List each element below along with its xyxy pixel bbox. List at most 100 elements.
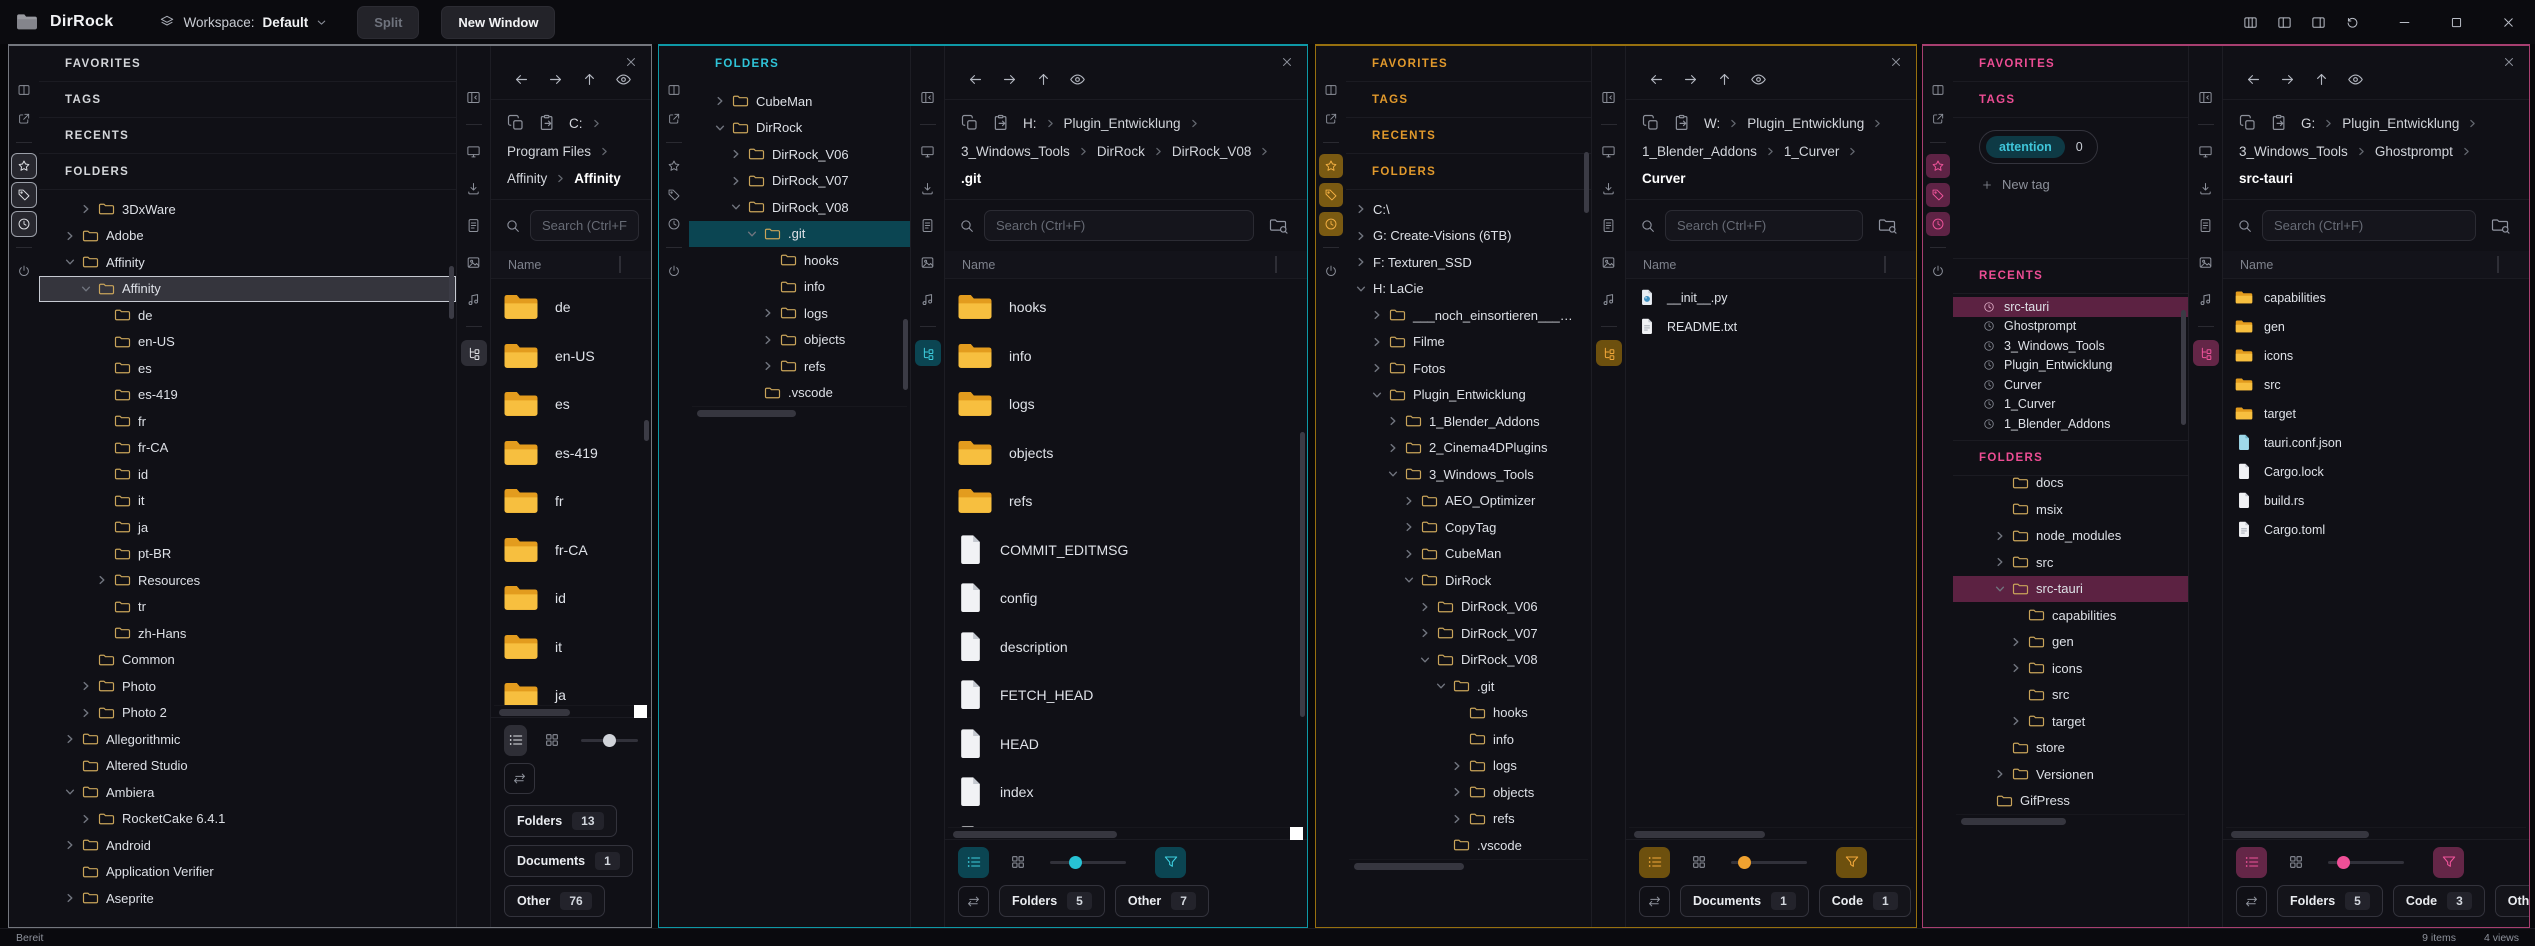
collapse-panel-button[interactable]	[915, 84, 941, 110]
breadcrumb-segment[interactable]: C:	[569, 116, 583, 131]
reset-layout-button[interactable]	[2335, 7, 2369, 37]
tree-item[interactable]: C:\	[1346, 196, 1591, 223]
tree-item[interactable]: src-tauri	[1953, 576, 2188, 603]
copy-button[interactable]	[507, 114, 525, 132]
tree-item[interactable]: .vscode	[1346, 832, 1591, 859]
tag-button[interactable]	[1319, 183, 1343, 207]
tree-item[interactable]: hooks	[1346, 700, 1591, 727]
swap-panes-button[interactable]	[2236, 886, 2267, 917]
file-item[interactable]: config	[957, 574, 1303, 623]
tree-item[interactable]: GifPress	[1953, 788, 2188, 815]
file-item[interactable]: __init__.py	[1638, 283, 1912, 312]
scrollbar-thumb[interactable]	[1634, 831, 1765, 838]
section-header-folders[interactable]: FOLDERS	[689, 46, 910, 82]
tree-item[interactable]: Plugin_Entwicklung	[1346, 382, 1591, 409]
tree-item[interactable]: 1_Blender_Addons	[1346, 408, 1591, 435]
file-item[interactable]: gen	[2235, 312, 2525, 341]
monitor-button[interactable]	[461, 138, 487, 164]
tree-item[interactable]: objects	[689, 327, 910, 354]
tree-item[interactable]: de	[39, 302, 456, 329]
tree-item[interactable]: hooks	[689, 247, 910, 274]
paste-button[interactable]	[1673, 114, 1691, 132]
sidebar-vertical-scrollbar[interactable]	[903, 319, 908, 389]
tree-item[interactable]: Resources	[39, 567, 456, 594]
external-link-button[interactable]	[1319, 107, 1343, 131]
tree-item[interactable]: Common	[39, 647, 456, 674]
tree-item[interactable]: F: Texturen_SSD	[1346, 249, 1591, 276]
collapse-panel-button[interactable]	[461, 84, 487, 110]
file-item[interactable]: de	[503, 283, 647, 332]
copy-button[interactable]	[961, 114, 979, 132]
tree-item[interactable]: info	[689, 274, 910, 301]
swap-panes-button[interactable]	[504, 763, 535, 794]
tree-item[interactable]: 2_Cinema4DPlugins	[1346, 435, 1591, 462]
main-horizontal-scrollbar[interactable]	[2226, 827, 2526, 839]
tree-item[interactable]: msix	[1953, 496, 2188, 523]
tree-item[interactable]: store	[1953, 735, 2188, 762]
recent-item[interactable]: src-tauri	[1953, 297, 2188, 317]
file-item[interactable]: COMMIT_EDITMSG	[957, 526, 1303, 575]
back-button[interactable]	[967, 71, 984, 88]
tree-item[interactable]: .git	[1346, 673, 1591, 700]
column-header-name[interactable]: Name	[945, 251, 1307, 279]
tree-item[interactable]: Versionen	[1953, 761, 2188, 788]
tree-item[interactable]: G: Create-Visions (6TB)	[1346, 223, 1591, 250]
main-vertical-scrollbar[interactable]	[1300, 432, 1305, 717]
tree-item[interactable]: Aseprite	[39, 885, 456, 912]
section-header-recents[interactable]: RECENTS	[1953, 258, 2188, 294]
layout-split-right-button[interactable]	[2301, 7, 2335, 37]
file-item[interactable]: logs	[957, 380, 1303, 429]
tree-item[interactable]: DirRock_V07	[1346, 620, 1591, 647]
recent-item[interactable]: Plugin_Entwicklung	[1953, 356, 2188, 376]
tree-item[interactable]: tr	[39, 594, 456, 621]
tree-item[interactable]: Ambiera	[39, 779, 456, 806]
sidebar-vertical-scrollbar[interactable]	[2181, 310, 2186, 425]
section-header-folders[interactable]: FOLDERS	[1346, 154, 1591, 190]
tree-item[interactable]: AEO_Optimizer	[1346, 488, 1591, 515]
search-input[interactable]	[2262, 210, 2476, 241]
file-item[interactable]: src	[2235, 370, 2525, 399]
tree-item[interactable]: .git	[689, 221, 910, 248]
layout-columns-button[interactable]	[1926, 78, 1950, 102]
grid-view-button[interactable]	[1683, 847, 1714, 878]
file-item[interactable]: capabilities	[2235, 283, 2525, 312]
file-item[interactable]: FETCH_HEAD	[957, 671, 1303, 720]
tag-button[interactable]	[662, 183, 686, 207]
new-window-button[interactable]: New Window	[441, 6, 555, 39]
file-item[interactable]: ORIG_HEAD	[957, 817, 1303, 828]
image-button[interactable]	[915, 249, 941, 275]
power-button[interactable]	[662, 259, 686, 283]
workspace-selector[interactable]: Workspace: Default	[151, 8, 335, 36]
clock-button[interactable]	[12, 212, 36, 236]
file-item[interactable]: description	[957, 623, 1303, 672]
tree-item[interactable]: DirRock_V07	[689, 168, 910, 195]
preview-button[interactable]	[615, 71, 632, 88]
recent-item[interactable]: Curver	[1953, 375, 2188, 395]
music-button[interactable]	[461, 286, 487, 312]
download-button[interactable]	[1596, 175, 1622, 201]
tree-item[interactable]: fr	[39, 408, 456, 435]
layout-columns-button[interactable]	[1319, 78, 1343, 102]
tree-item[interactable]: pt-BR	[39, 541, 456, 568]
tag-attention[interactable]: attention0	[1979, 130, 2098, 164]
tree-item[interactable]: capabilities	[1953, 602, 2188, 629]
folder-search-button[interactable]	[1878, 217, 1898, 235]
paste-button[interactable]	[538, 114, 556, 132]
filter-badge-documents[interactable]: Documents1	[504, 845, 633, 877]
swap-panes-button[interactable]	[1639, 886, 1670, 917]
file-item[interactable]: objects	[957, 429, 1303, 478]
tree-item[interactable]: es	[39, 355, 456, 382]
close-pane-button[interactable]	[1889, 55, 1903, 69]
breadcrumb-segment[interactable]: W:	[1704, 116, 1720, 131]
tree-item[interactable]: 3_Windows_Tools	[1346, 461, 1591, 488]
scrollbar-thumb[interactable]	[697, 410, 796, 417]
up-button[interactable]	[2313, 71, 2330, 88]
layout-columns-button[interactable]	[662, 78, 686, 102]
recent-item[interactable]: 1_Blender_Addons	[1953, 414, 2188, 434]
forward-button[interactable]	[547, 71, 564, 88]
swap-panes-button[interactable]	[958, 886, 989, 917]
tree-item[interactable]: fr-CA	[39, 435, 456, 462]
breadcrumb-segment[interactable]: H:	[1023, 116, 1037, 131]
star-button[interactable]	[1926, 154, 1950, 178]
icon-size-slider[interactable]	[2328, 861, 2404, 864]
